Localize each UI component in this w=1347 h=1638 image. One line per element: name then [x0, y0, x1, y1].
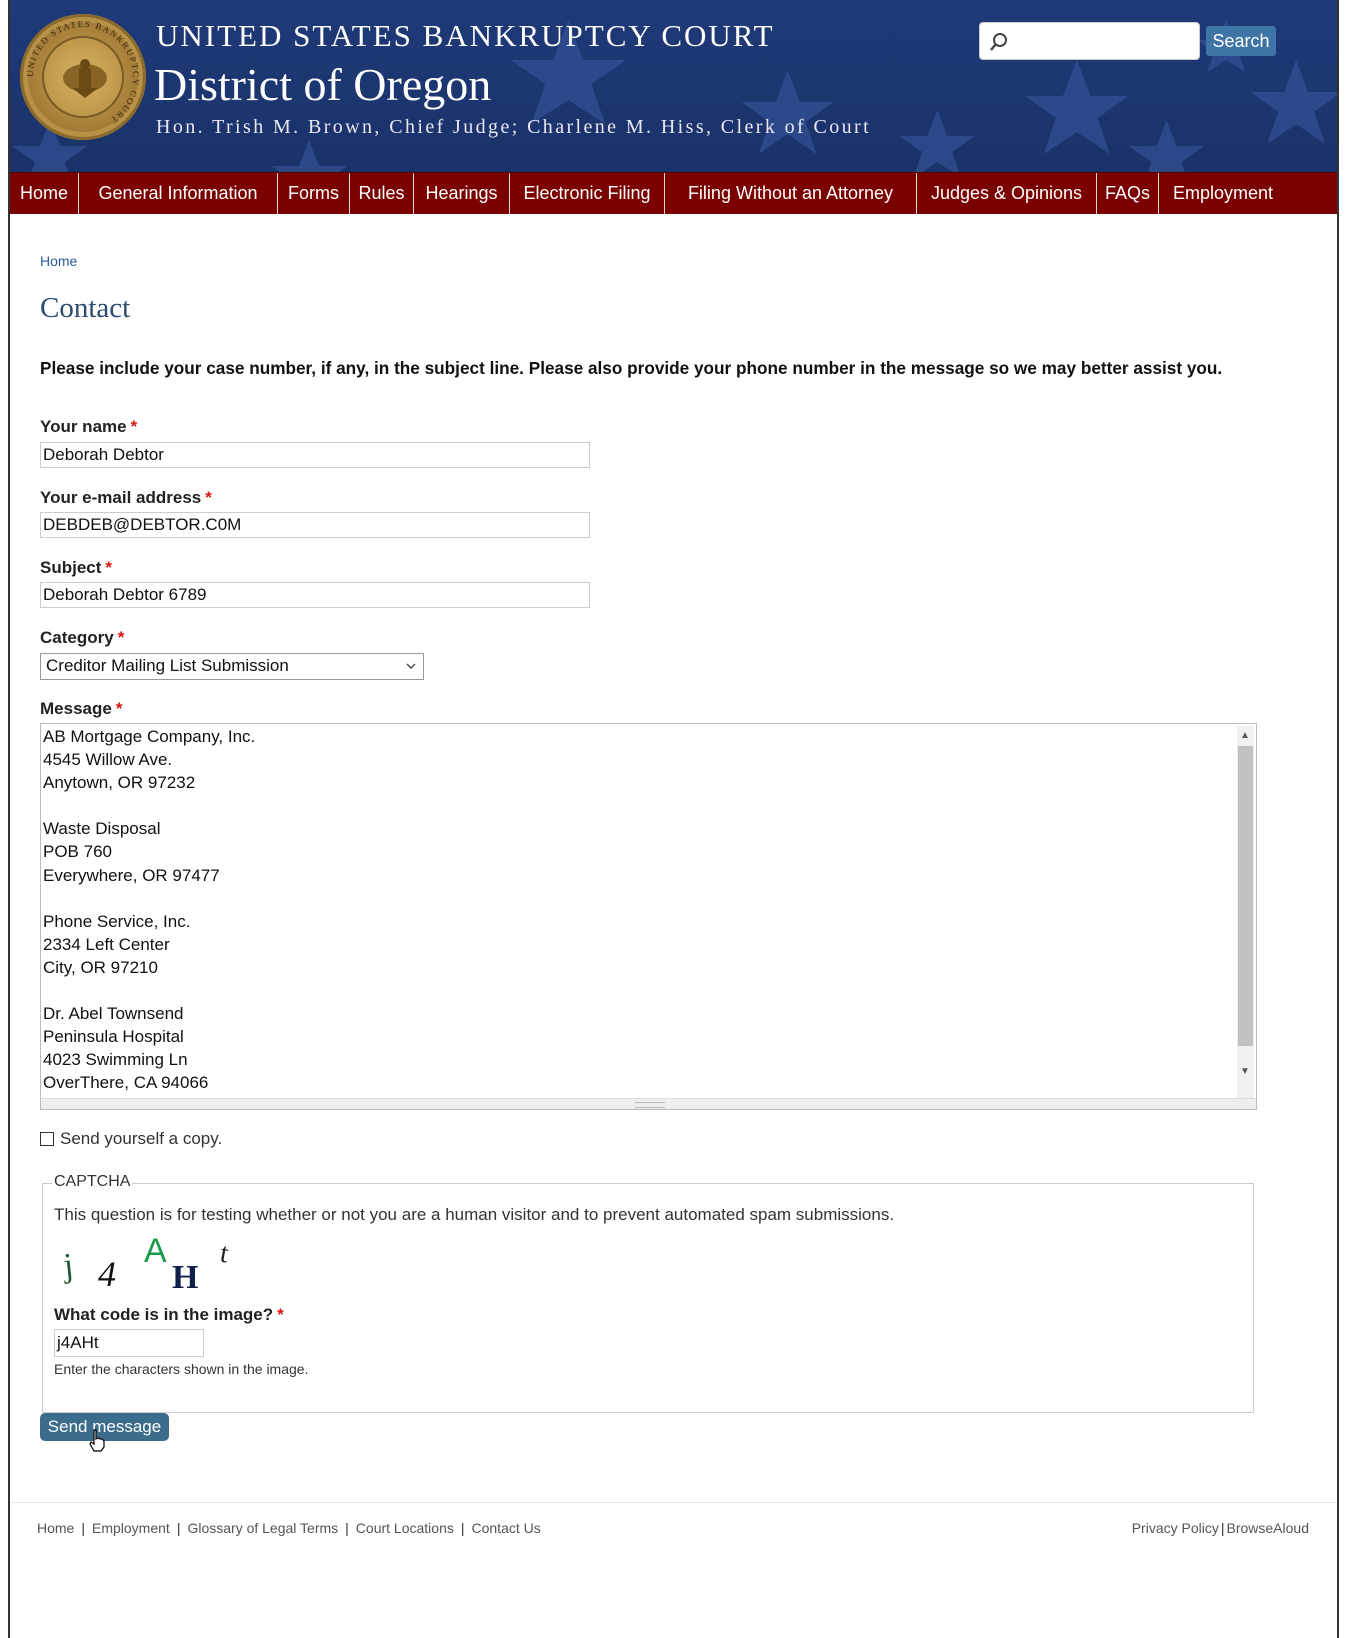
search-icon — [990, 33, 1007, 51]
svg-text:t: t — [218, 1238, 231, 1270]
message-text: AB Mortgage Company, Inc. 4545 Willow Av… — [43, 727, 256, 1093]
nav-item-electronic-filing[interactable]: Electronic Filing — [510, 173, 665, 214]
scroll-up-icon[interactable]: ▲ — [1240, 730, 1250, 741]
footer-link-employment[interactable]: Employment — [92, 1520, 170, 1536]
breadcrumb[interactable]: Home — [40, 253, 77, 269]
send-copy-checkbox[interactable] — [40, 1132, 54, 1146]
page-title: Contact — [40, 292, 131, 324]
court-name: UNITED STATES BANKRUPTCY COURT — [156, 18, 775, 53]
category-selected-value: Creditor Mailing List Submission — [46, 656, 289, 675]
nav-item-employment[interactable]: Employment — [1159, 173, 1287, 214]
page: UNITED STATES BANKRUPTCY COURT UNITED ST… — [8, 0, 1339, 1638]
message-scrollbar[interactable]: ▲ ▼ — [1237, 726, 1254, 1099]
search-box[interactable] — [979, 22, 1200, 60]
main-nav: Home General Information Forms Rules Hea… — [10, 172, 1337, 214]
subject-field[interactable]: Deborah Debtor 6789 — [40, 582, 590, 608]
nav-item-hearings[interactable]: Hearings — [414, 173, 510, 214]
scrollbar-thumb[interactable] — [1238, 746, 1253, 1046]
footer-right-links: Privacy Policy | BrowseAloud — [1132, 1520, 1309, 1536]
footer-links: Home | Employment | Glossary of Legal Te… — [37, 1520, 541, 1536]
email-label: Your e-mail address * — [40, 488, 212, 508]
captcha-input[interactable]: j4AHt — [54, 1329, 204, 1357]
captcha-question-text: What code is in the image? — [54, 1305, 274, 1324]
footer-link-browsealoud[interactable]: BrowseAloud — [1227, 1520, 1310, 1536]
footer-separator: | — [81, 1520, 85, 1536]
footer-link-home[interactable]: Home — [37, 1520, 74, 1536]
nav-item-faqs[interactable]: FAQs — [1097, 173, 1159, 214]
name-field[interactable]: Deborah Debtor — [40, 442, 590, 468]
captcha-hint: Enter the characters shown in the image. — [54, 1361, 309, 1377]
footer-divider — [10, 1502, 1337, 1503]
subject-label-text: Subject — [40, 558, 102, 577]
court-seal: UNITED STATES BANKRUPTCY COURT — [20, 14, 146, 140]
required-marker: * — [205, 488, 212, 507]
judges-line: Hon. Trish M. Brown, Chief Judge; Charle… — [156, 116, 872, 138]
nav-item-filing-without-attorney[interactable]: Filing Without an Attorney — [665, 173, 917, 214]
search-input[interactable] — [1016, 27, 1196, 57]
scroll-down-icon[interactable]: ▼ — [1240, 1066, 1250, 1077]
name-label: Your name * — [40, 417, 137, 437]
name-label-text: Your name — [40, 417, 127, 436]
footer-link-court-locations[interactable]: Court Locations — [356, 1520, 454, 1536]
svg-text:j: j — [61, 1247, 75, 1285]
grip-bar — [635, 1102, 665, 1108]
svg-text:A: A — [144, 1232, 167, 1270]
captcha-question-label: What code is in the image? * — [54, 1305, 284, 1325]
nav-item-general-information[interactable]: General Information — [79, 173, 278, 214]
svg-text:4: 4 — [98, 1254, 116, 1294]
required-marker: * — [277, 1305, 284, 1324]
required-marker: * — [130, 417, 138, 436]
category-label-text: Category — [40, 628, 114, 647]
footer-separator: | — [176, 1520, 181, 1536]
message-textarea[interactable]: AB Mortgage Company, Inc. 4545 Willow Av… — [40, 723, 1257, 1110]
footer-separator: | — [1220, 1520, 1225, 1536]
nav-item-forms[interactable]: Forms — [278, 173, 350, 214]
footer-separator: | — [345, 1520, 349, 1536]
intro-text: Please include your case number, if any,… — [40, 358, 1223, 378]
footer-link-glossary[interactable]: Glossary of Legal Terms — [187, 1520, 338, 1536]
district-title: District of Oregon — [154, 59, 492, 110]
nav-item-home[interactable]: Home — [10, 173, 79, 214]
chevron-down-icon — [406, 663, 416, 669]
send-copy-label[interactable]: Send yourself a copy. — [60, 1129, 222, 1149]
subject-label: Subject * — [40, 558, 112, 578]
message-label-text: Message — [40, 699, 112, 718]
email-label-text: Your e-mail address — [40, 488, 202, 507]
nav-item-judges-opinions[interactable]: Judges & Opinions — [917, 173, 1097, 214]
captcha-image: j 4 A H t — [61, 1232, 231, 1294]
hand-cursor-icon — [89, 1429, 105, 1452]
captcha-legend: CAPTCHA — [52, 1173, 133, 1191]
message-label: Message * — [40, 699, 122, 719]
footer-link-contact-us[interactable]: Contact Us — [472, 1520, 541, 1536]
eagle-icon — [63, 59, 107, 98]
nav-item-rules[interactable]: Rules — [350, 173, 414, 214]
footer-link-privacy-policy[interactable]: Privacy Policy — [1132, 1520, 1219, 1536]
captcha-description: This question is for testing whether or … — [54, 1205, 895, 1224]
required-marker: * — [105, 558, 113, 577]
required-marker: * — [115, 699, 123, 718]
textarea-resize-grip[interactable] — [41, 1098, 1256, 1109]
send-copy-row: Send yourself a copy. — [40, 1129, 222, 1149]
category-select[interactable]: Creditor Mailing List Submission — [40, 653, 424, 680]
svg-text:H: H — [172, 1259, 198, 1294]
email-field[interactable]: DEBDEB@DEBTOR.C0M — [40, 512, 590, 538]
footer-separator: | — [460, 1520, 465, 1536]
search-button[interactable]: Search — [1206, 26, 1276, 56]
site-header: UNITED STATES BANKRUPTCY COURT UNITED ST… — [10, 0, 1337, 178]
required-marker: * — [117, 628, 125, 647]
category-label: Category * — [40, 628, 124, 648]
